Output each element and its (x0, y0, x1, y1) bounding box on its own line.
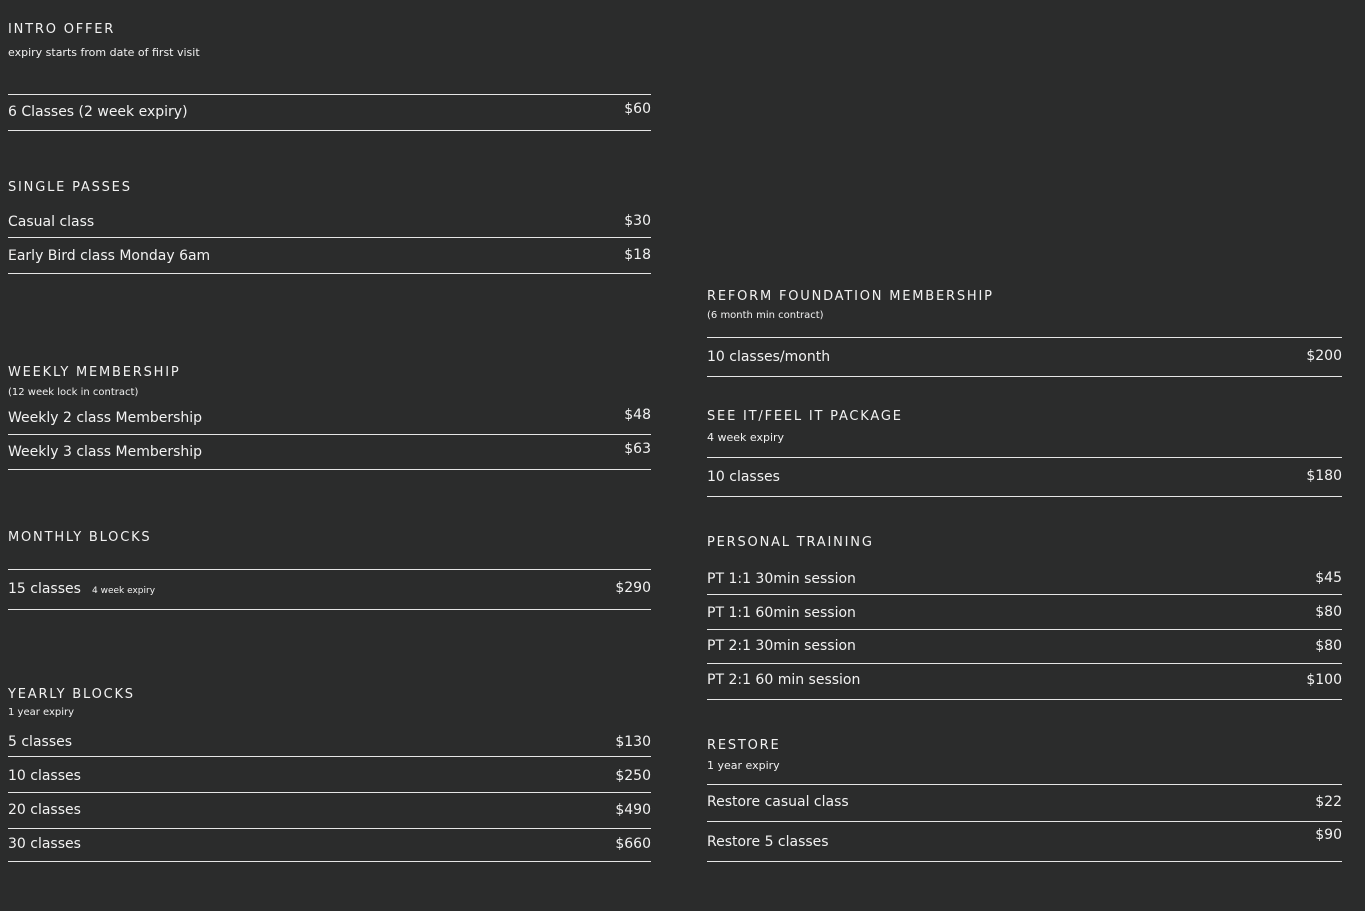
section-subtitle: 1 year expiry (707, 759, 780, 772)
section-subtitle: 1 year expiry (8, 707, 75, 718)
section-subtitle: 4 week expiry (707, 431, 785, 444)
section-title: SEE IT/FEEL IT PACKAGE (707, 409, 903, 424)
divider (8, 469, 651, 470)
section-subtitle: expiry starts from date of first visit (8, 46, 200, 59)
section-title: PERSONAL TRAINING (707, 535, 874, 550)
item-price: $18 (624, 247, 651, 263)
divider (8, 434, 651, 435)
section-subtitle: (6 month min contract) (707, 310, 824, 321)
item-label: Restore casual class (707, 794, 849, 810)
section-title: MONTHLY BLOCKS (8, 530, 152, 545)
item-price: $80 (1315, 604, 1342, 620)
item-price: $180 (1306, 468, 1342, 484)
divider (8, 237, 651, 238)
item-label: PT 2:1 60 min session (707, 672, 861, 688)
divider (8, 828, 651, 829)
item-label: PT 1:1 60min session (707, 605, 856, 621)
item-price: $130 (615, 734, 651, 750)
divider (707, 821, 1342, 822)
divider (8, 756, 651, 757)
item-label: Early Bird class Monday 6am (8, 248, 211, 264)
item-label: Weekly 3 class Membership (8, 444, 203, 460)
item-price: $30 (624, 213, 651, 229)
divider (707, 663, 1342, 664)
divider (8, 861, 651, 862)
item-price: $22 (1315, 794, 1342, 810)
divider (707, 496, 1342, 497)
item-label: PT 2:1 30min session (707, 638, 856, 654)
item-price: $490 (615, 802, 651, 818)
item-label: 10 classes (707, 469, 780, 485)
item-price: $45 (1315, 570, 1342, 586)
item-price: $48 (624, 407, 651, 423)
divider (8, 273, 651, 274)
divider (707, 337, 1342, 338)
item-price: $250 (615, 768, 651, 784)
item-price: $80 (1315, 638, 1342, 654)
divider (8, 130, 651, 131)
divider (707, 699, 1342, 700)
divider (707, 457, 1342, 458)
divider (8, 569, 651, 570)
item-price: $60 (624, 101, 651, 117)
item-note: 4 week expiry (92, 586, 156, 596)
divider (8, 609, 651, 610)
price-list-page: INTRO OFFER expiry starts from date of f… (0, 0, 1365, 911)
section-title: YEARLY BLOCKS (8, 687, 135, 702)
item-label: PT 1:1 30min session (707, 571, 856, 587)
section-subtitle: (12 week lock in contract) (8, 387, 139, 398)
divider (707, 861, 1342, 862)
section-title: WEEKLY MEMBERSHIP (8, 365, 181, 380)
item-label: 10 classes/month (707, 349, 831, 365)
item-label: Restore 5 classes (707, 834, 829, 850)
section-title: REFORM FOUNDATION MEMBERSHIP (707, 289, 994, 304)
item-price: $100 (1306, 672, 1342, 688)
item-price: $90 (1315, 827, 1342, 843)
item-price: $63 (624, 441, 651, 457)
item-label: 15 classes (8, 581, 81, 597)
divider (707, 629, 1342, 630)
divider (707, 376, 1342, 377)
item-label: 10 classes (8, 768, 81, 784)
section-title: SINGLE PASSES (8, 180, 132, 195)
item-label: 20 classes (8, 802, 81, 818)
divider (8, 792, 651, 793)
item-label: Weekly 2 class Membership (8, 410, 203, 426)
item-label: 30 classes (8, 836, 81, 852)
divider (707, 784, 1342, 785)
item-label: 6 Classes (2 week expiry) (8, 104, 188, 120)
section-title: INTRO OFFER (8, 22, 116, 37)
item-label: Casual class (8, 214, 95, 230)
item-price: $200 (1306, 348, 1342, 364)
item-price: $290 (615, 580, 651, 596)
divider (8, 94, 651, 95)
divider (707, 594, 1342, 595)
item-price: $660 (615, 836, 651, 852)
section-title: RESTORE (707, 738, 781, 753)
item-label: 5 classes (8, 734, 73, 750)
